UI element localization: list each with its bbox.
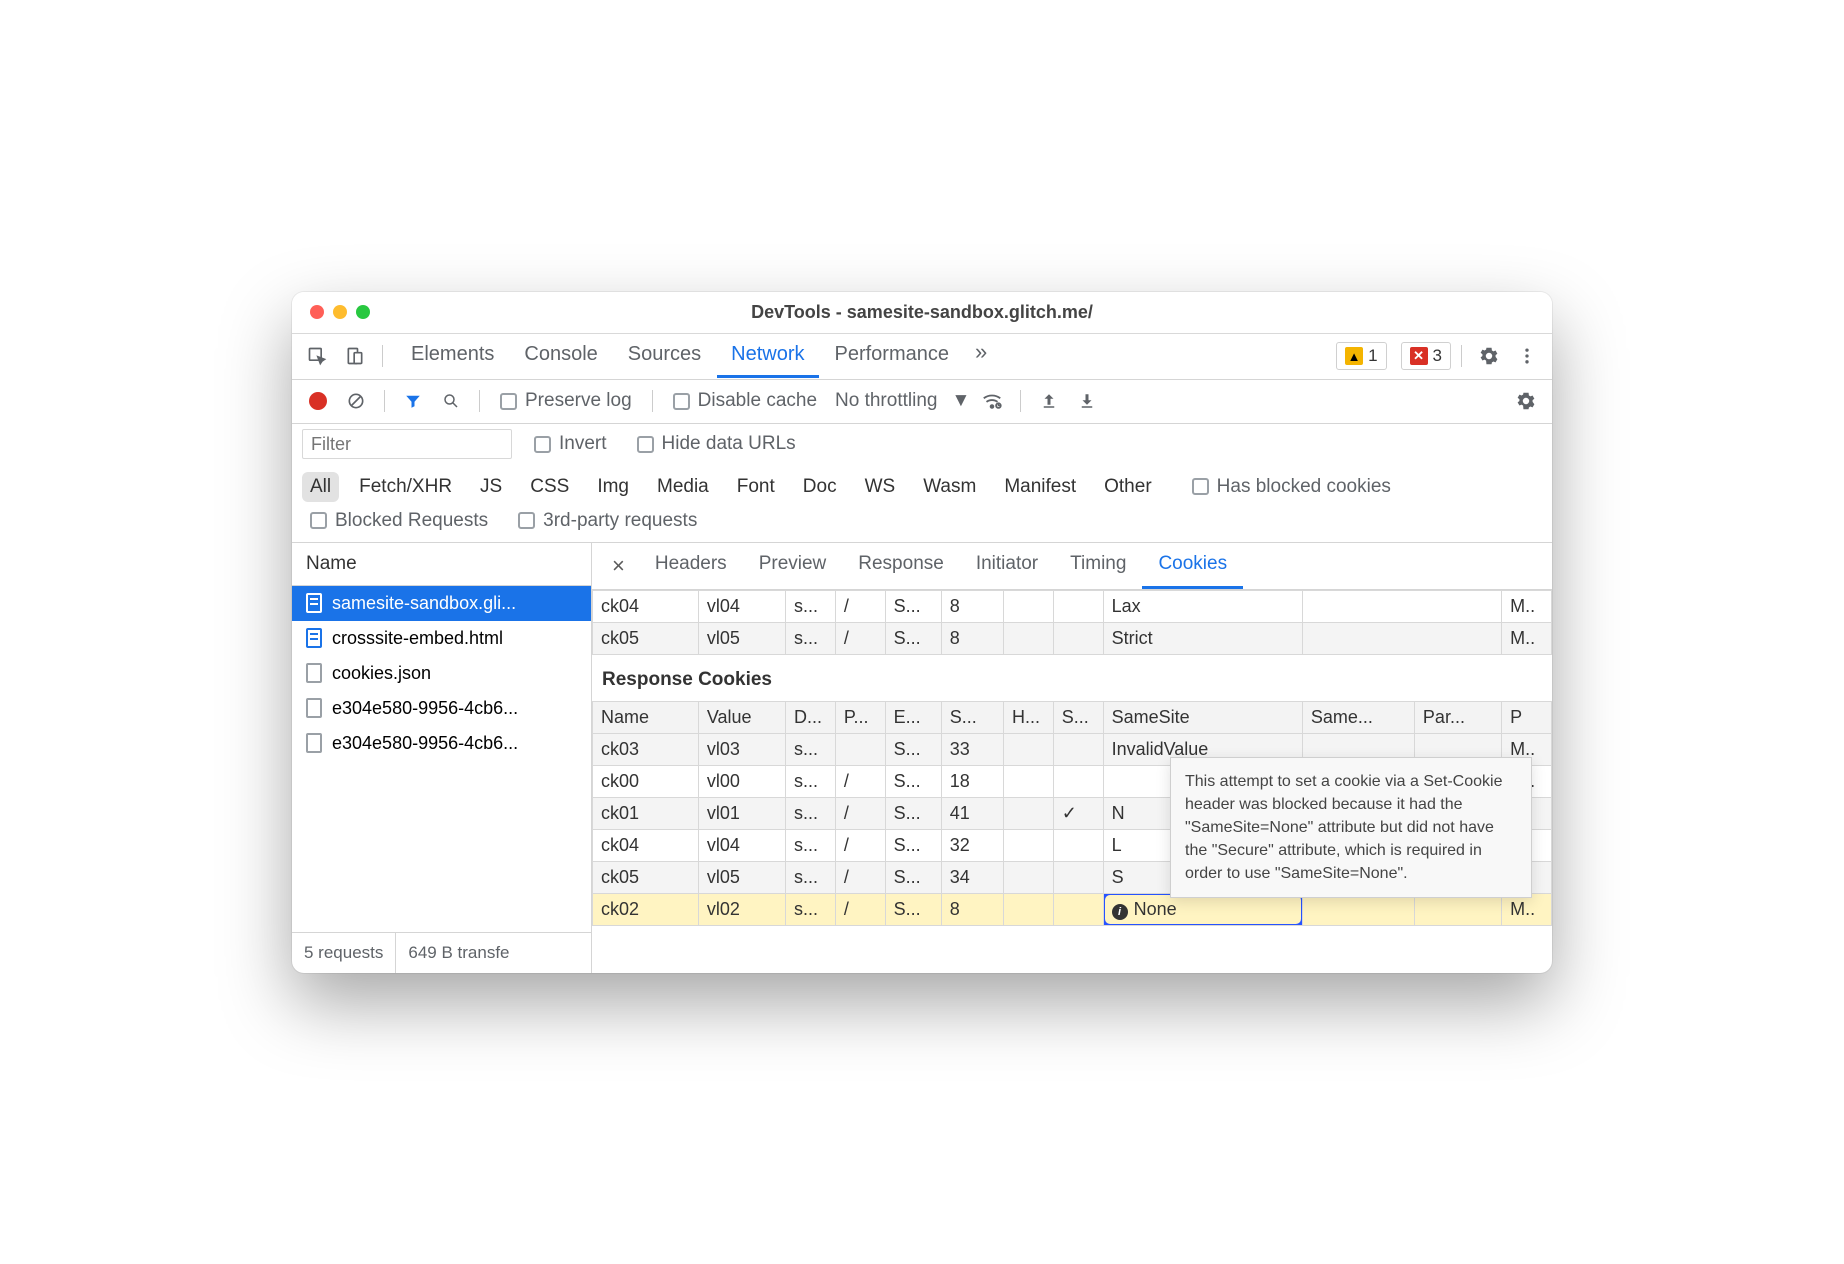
errors-badge[interactable]: ✕3 — [1401, 342, 1451, 370]
close-detail-icon[interactable]: × — [598, 547, 639, 585]
upload-har-icon[interactable] — [1033, 384, 1065, 418]
record-button[interactable] — [302, 384, 334, 418]
search-icon[interactable] — [435, 384, 467, 418]
separator — [382, 345, 383, 367]
filter-doc[interactable]: Doc — [795, 472, 845, 502]
device-toolbar-icon[interactable] — [338, 339, 372, 373]
hide-data-urls-checkbox[interactable]: Hide data URLs — [629, 433, 804, 455]
request-list: Name samesite-sandbox.gli... crosssite-e… — [292, 543, 592, 973]
clear-icon[interactable] — [340, 384, 372, 418]
tab-performance[interactable]: Performance — [821, 335, 964, 378]
request-row[interactable]: e304e580-9956-4cb6... — [292, 691, 591, 726]
filter-row-2: Blocked Requests 3rd-party requests — [292, 506, 1552, 543]
close-window-icon[interactable] — [310, 305, 324, 319]
has-blocked-cookies-checkbox[interactable]: Has blocked cookies — [1184, 476, 1399, 498]
request-row[interactable]: e304e580-9956-4cb6... — [292, 726, 591, 761]
kebab-menu-icon[interactable] — [1510, 339, 1544, 373]
tab-elements[interactable]: Elements — [397, 335, 508, 378]
chevron-down-icon: ▼ — [951, 390, 970, 412]
network-conditions-icon[interactable] — [976, 384, 1008, 418]
detail-tab-preview[interactable]: Preview — [743, 543, 843, 589]
warnings-count: 1 — [1368, 346, 1377, 366]
filter-img[interactable]: Img — [589, 472, 637, 502]
detail-tab-headers[interactable]: Headers — [639, 543, 743, 589]
detail-tab-timing[interactable]: Timing — [1054, 543, 1142, 589]
window-title: DevTools - samesite-sandbox.glitch.me/ — [292, 302, 1552, 323]
blocked-requests-checkbox[interactable]: Blocked Requests — [302, 510, 496, 532]
invert-checkbox[interactable]: Invert — [526, 433, 615, 455]
third-party-checkbox[interactable]: 3rd-party requests — [510, 510, 705, 532]
filter-js[interactable]: JS — [472, 472, 510, 502]
detail-tab-initiator[interactable]: Initiator — [960, 543, 1054, 589]
disable-cache-checkbox[interactable]: Disable cache — [665, 390, 825, 412]
network-toolbar: Preserve log Disable cache No throttling… — [292, 380, 1552, 424]
main-toolbar: Elements Console Sources Network Perform… — [292, 334, 1552, 380]
request-status-bar: 5 requests 649 B transfe — [292, 932, 591, 973]
separator — [652, 390, 653, 412]
table-row[interactable]: ck05vl05s.../S...8StrictM.. — [593, 622, 1552, 654]
separator — [1020, 390, 1021, 412]
detail-tab-response[interactable]: Response — [842, 543, 960, 589]
request-row[interactable]: cookies.json — [292, 656, 591, 691]
table-row[interactable]: ck04vl04s.../S...8LaxM.. — [593, 590, 1552, 622]
titlebar: DevTools - samesite-sandbox.glitch.me/ — [292, 292, 1552, 334]
resource-type-filter: All Fetch/XHR JS CSS Img Media Font Doc … — [292, 466, 1552, 506]
tab-console[interactable]: Console — [510, 335, 611, 378]
settings-icon[interactable] — [1472, 339, 1506, 373]
throttling-select[interactable]: No throttling ▼ — [831, 390, 970, 412]
separator — [1461, 345, 1462, 367]
separator — [479, 390, 480, 412]
tab-sources[interactable]: Sources — [614, 335, 715, 378]
file-icon — [306, 663, 322, 683]
panel-tabs: Elements Console Sources Network Perform… — [397, 335, 997, 378]
devtools-window: DevTools - samesite-sandbox.glitch.me/ E… — [292, 292, 1552, 973]
filter-css[interactable]: CSS — [522, 472, 577, 502]
transfer-size: 649 B transfe — [396, 933, 591, 973]
request-list-header: Name — [292, 543, 591, 586]
request-row[interactable]: crosssite-embed.html — [292, 621, 591, 656]
filter-xhr[interactable]: Fetch/XHR — [351, 472, 460, 502]
request-count: 5 requests — [292, 933, 396, 973]
filter-other[interactable]: Other — [1096, 472, 1160, 502]
request-row[interactable]: samesite-sandbox.gli... — [292, 586, 591, 621]
filter-wasm[interactable]: Wasm — [915, 472, 984, 502]
filter-manifest[interactable]: Manifest — [996, 472, 1084, 502]
fullscreen-window-icon[interactable] — [356, 305, 370, 319]
filter-toggle-icon[interactable] — [397, 384, 429, 418]
filter-row: Invert Hide data URLs — [292, 424, 1552, 466]
detail-tab-cookies[interactable]: Cookies — [1142, 543, 1243, 589]
detail-tabs: × Headers Preview Response Initiator Tim… — [592, 543, 1552, 590]
info-icon: i — [1112, 904, 1128, 920]
network-content: Name samesite-sandbox.gli... crosssite-e… — [292, 543, 1552, 973]
tab-network[interactable]: Network — [717, 335, 818, 378]
request-cookies-table-fragment: ck04vl04s.../S...8LaxM.. ck05vl05s.../S.… — [592, 590, 1552, 655]
errors-count: 3 — [1433, 346, 1442, 366]
table-header-row[interactable]: NameValueD...P...E...S...H...S...SameSit… — [593, 701, 1552, 733]
filter-all[interactable]: All — [302, 472, 339, 502]
document-icon — [306, 628, 322, 648]
preserve-log-checkbox[interactable]: Preserve log — [492, 390, 640, 412]
separator — [384, 390, 385, 412]
download-har-icon[interactable] — [1071, 384, 1103, 418]
filter-media[interactable]: Media — [649, 472, 717, 502]
cookie-blocked-tooltip: This attempt to set a cookie via a Set-C… — [1170, 757, 1532, 899]
document-icon — [306, 593, 322, 613]
more-tabs-icon[interactable]: » — [965, 335, 997, 378]
warnings-badge[interactable]: ▲1 — [1336, 342, 1386, 370]
file-icon — [306, 733, 322, 753]
request-detail: × Headers Preview Response Initiator Tim… — [592, 543, 1552, 973]
response-cookies-heading: Response Cookies — [592, 655, 1552, 701]
panel-settings-icon[interactable] — [1510, 384, 1542, 418]
filter-input[interactable] — [302, 429, 512, 459]
filter-ws[interactable]: WS — [857, 472, 904, 502]
minimize-window-icon[interactable] — [333, 305, 347, 319]
inspect-element-icon[interactable] — [300, 339, 334, 373]
filter-font[interactable]: Font — [729, 472, 783, 502]
file-icon — [306, 698, 322, 718]
window-controls — [292, 305, 370, 319]
